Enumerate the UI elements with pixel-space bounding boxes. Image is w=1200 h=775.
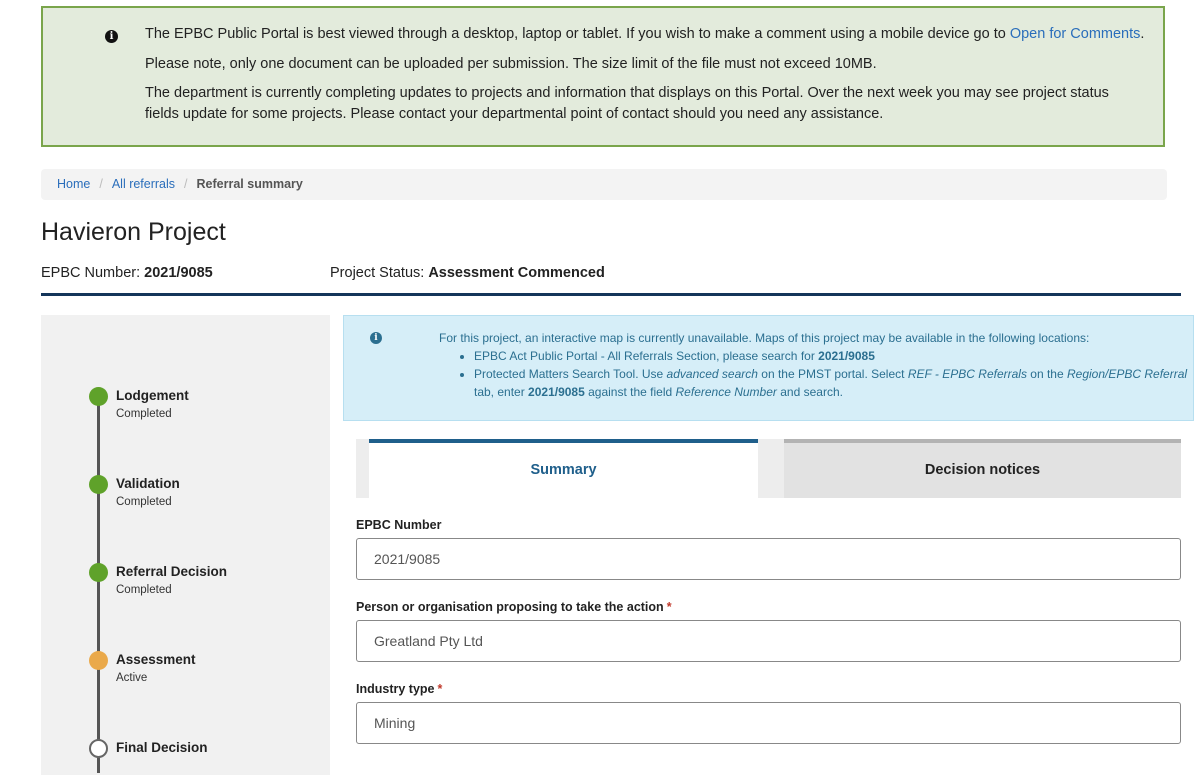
notice-line-1-text: The EPBC Public Portal is best viewed th… <box>145 26 1010 42</box>
proponent-label-text: Person or organisation proposing to take… <box>356 600 664 614</box>
step-state: Active <box>116 672 148 684</box>
epbc-number-field[interactable] <box>356 538 1181 580</box>
tab-decision-notices[interactable]: Decision notices <box>784 439 1181 498</box>
tab-bar: Summary Decision notices <box>356 439 1181 498</box>
industry-type-label: Industry type * <box>356 682 442 696</box>
map-info-box: i For this project, an interactive map i… <box>343 315 1194 421</box>
step-state: Completed <box>116 408 172 420</box>
notice-line-3: The department is currently completing u… <box>145 85 1109 122</box>
epbc-number-label: EPBC Number <box>356 518 442 532</box>
industry-type-field[interactable] <box>356 702 1181 744</box>
map-info-pmst-text-d: tab, enter <box>474 385 529 399</box>
required-marker: * <box>437 682 443 696</box>
info-icon: i <box>370 332 382 344</box>
map-info-pmst-em-2: REF - EPBC Referrals <box>907 367 1027 381</box>
map-info-pmst-text-f: and search. <box>776 385 843 399</box>
open-for-comments-link[interactable]: Open for Comments <box>1010 26 1141 42</box>
notice-banner: i The EPBC Public Portal is best viewed … <box>41 6 1165 147</box>
epbc-number-meta: EPBC Number: 2021/9085 <box>41 265 213 281</box>
progress-step-referral-decision: Referral Decision Completed <box>41 559 330 599</box>
step-name: Referral Decision <box>116 564 228 579</box>
map-info-pmst-number: 2021/9085 <box>528 385 585 399</box>
title-divider <box>41 293 1181 296</box>
map-info-pmst-text-c: on the <box>1026 367 1067 381</box>
step-state: Completed <box>116 496 172 508</box>
step-name: Validation <box>116 476 180 491</box>
breadcrumb: Home / All referrals / Referral summary <box>41 169 1167 200</box>
notice-line-2: Please note, only one document can be up… <box>145 56 877 72</box>
progress-step-validation: Validation Completed <box>41 471 330 511</box>
breadcrumb-separator: / <box>99 177 103 191</box>
breadcrumb-home-link[interactable]: Home <box>57 177 90 191</box>
map-info-pmst-em-1: advanced search <box>666 367 758 381</box>
project-status-label: Project Status: <box>330 265 429 281</box>
project-status-meta: Project Status: Assessment Commenced <box>330 265 605 281</box>
step-pending-icon <box>89 739 108 758</box>
step-state: Completed <box>116 584 172 596</box>
notice-line-1-end: . <box>1140 26 1145 42</box>
progress-tracker: Lodgement Completed Validation Completed… <box>41 315 330 775</box>
map-info-list: EPBC Act Public Portal - All Referrals S… <box>457 347 1189 401</box>
step-name: Assessment <box>116 652 196 667</box>
project-status-value: Assessment Commenced <box>428 265 605 281</box>
proponent-field[interactable] <box>356 620 1181 662</box>
notice-line-1: The EPBC Public Portal is best viewed th… <box>145 24 1144 45</box>
page-title: Havieron Project <box>41 218 226 246</box>
step-active-icon <box>89 651 108 670</box>
step-name: Lodgement <box>116 388 189 403</box>
step-completed-icon <box>89 563 108 582</box>
map-info-pmst-text-a: Protected Matters Search Tool. Use <box>474 367 667 381</box>
map-info-intro: For this project, an interactive map is … <box>439 331 1090 345</box>
progress-step-assessment: Assessment Active <box>41 647 330 687</box>
info-icon: i <box>105 30 118 43</box>
map-info-pmst-em-3: Region/EPBC Referral <box>1066 367 1188 381</box>
map-info-item-portal-text: EPBC Act Public Portal - All Referrals S… <box>474 349 819 363</box>
epbc-number-meta-value: 2021/9085 <box>144 265 213 281</box>
proponent-label: Person or organisation proposing to take… <box>356 600 672 614</box>
industry-type-label-text: Industry type <box>356 682 435 696</box>
step-completed-icon <box>89 387 108 406</box>
breadcrumb-current: Referral summary <box>196 177 303 191</box>
breadcrumb-all-referrals-link[interactable]: All referrals <box>112 177 175 191</box>
map-info-item-portal: EPBC Act Public Portal - All Referrals S… <box>474 347 1189 365</box>
step-name: Final Decision <box>116 740 208 755</box>
step-completed-icon <box>89 475 108 494</box>
map-info-pmst-em-4: Reference Number <box>675 385 777 399</box>
map-info-item-portal-number: 2021/9085 <box>818 349 875 363</box>
required-marker: * <box>666 600 672 614</box>
epbc-number-meta-label: EPBC Number: <box>41 265 145 281</box>
map-info-pmst-text-e: against the field <box>584 385 676 399</box>
progress-step-final-decision: Final Decision <box>41 735 330 775</box>
breadcrumb-separator: / <box>184 177 188 191</box>
map-info-pmst-text-b: on the PMST portal. Select <box>757 367 908 381</box>
progress-step-lodgement: Lodgement Completed <box>41 383 330 423</box>
map-info-item-pmst: Protected Matters Search Tool. Use advan… <box>474 365 1189 401</box>
tab-summary[interactable]: Summary <box>369 439 758 498</box>
